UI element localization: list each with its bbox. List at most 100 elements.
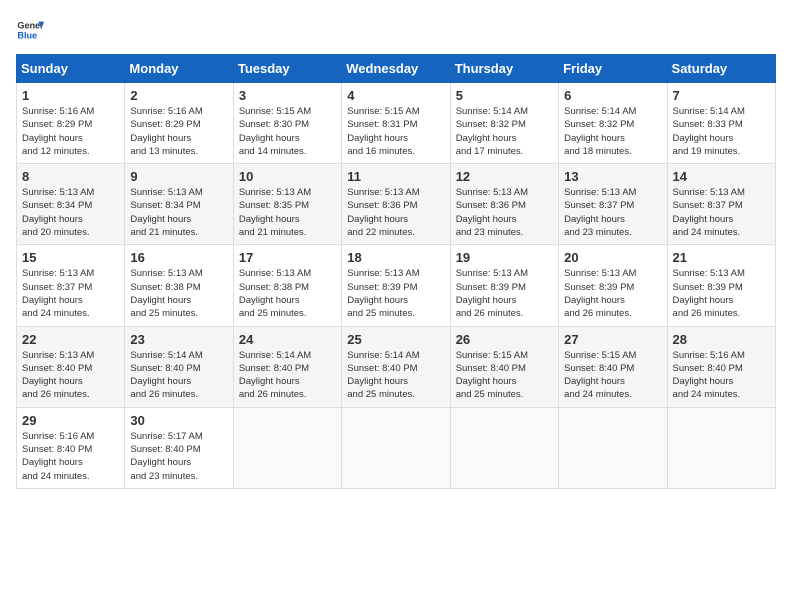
calendar-cell: 4 Sunrise: 5:15 AM Sunset: 8:31 PM Dayli… [342, 83, 450, 164]
cell-info: Sunrise: 5:13 AM Sunset: 8:34 PM Dayligh… [130, 186, 227, 239]
cell-info: Sunrise: 5:16 AM Sunset: 8:40 PM Dayligh… [22, 430, 119, 483]
svg-text:Blue: Blue [17, 30, 37, 40]
cell-info: Sunrise: 5:13 AM Sunset: 8:37 PM Dayligh… [22, 267, 119, 320]
calendar-cell: 27 Sunrise: 5:15 AM Sunset: 8:40 PM Dayl… [559, 326, 667, 407]
day-number: 2 [130, 88, 227, 103]
cell-info: Sunrise: 5:14 AM Sunset: 8:32 PM Dayligh… [564, 105, 661, 158]
cell-info: Sunrise: 5:13 AM Sunset: 8:34 PM Dayligh… [22, 186, 119, 239]
calendar-cell: 25 Sunrise: 5:14 AM Sunset: 8:40 PM Dayl… [342, 326, 450, 407]
calendar-cell: 20 Sunrise: 5:13 AM Sunset: 8:39 PM Dayl… [559, 245, 667, 326]
calendar-cell: 1 Sunrise: 5:16 AM Sunset: 8:29 PM Dayli… [17, 83, 125, 164]
calendar-cell: 2 Sunrise: 5:16 AM Sunset: 8:29 PM Dayli… [125, 83, 233, 164]
calendar-table: SundayMondayTuesdayWednesdayThursdayFrid… [16, 54, 776, 489]
cell-info: Sunrise: 5:15 AM Sunset: 8:30 PM Dayligh… [239, 105, 336, 158]
day-of-week-header: Tuesday [233, 55, 341, 83]
calendar-cell: 19 Sunrise: 5:13 AM Sunset: 8:39 PM Dayl… [450, 245, 558, 326]
calendar-cell: 24 Sunrise: 5:14 AM Sunset: 8:40 PM Dayl… [233, 326, 341, 407]
cell-info: Sunrise: 5:15 AM Sunset: 8:40 PM Dayligh… [456, 349, 553, 402]
calendar-cell: 12 Sunrise: 5:13 AM Sunset: 8:36 PM Dayl… [450, 164, 558, 245]
day-number: 23 [130, 332, 227, 347]
cell-info: Sunrise: 5:13 AM Sunset: 8:39 PM Dayligh… [673, 267, 770, 320]
cell-info: Sunrise: 5:14 AM Sunset: 8:33 PM Dayligh… [673, 105, 770, 158]
cell-info: Sunrise: 5:14 AM Sunset: 8:40 PM Dayligh… [239, 349, 336, 402]
cell-info: Sunrise: 5:13 AM Sunset: 8:39 PM Dayligh… [564, 267, 661, 320]
calendar-cell: 17 Sunrise: 5:13 AM Sunset: 8:38 PM Dayl… [233, 245, 341, 326]
day-number: 30 [130, 413, 227, 428]
day-number: 11 [347, 169, 444, 184]
calendar-cell: 6 Sunrise: 5:14 AM Sunset: 8:32 PM Dayli… [559, 83, 667, 164]
cell-info: Sunrise: 5:13 AM Sunset: 8:37 PM Dayligh… [673, 186, 770, 239]
day-number: 25 [347, 332, 444, 347]
calendar-cell: 11 Sunrise: 5:13 AM Sunset: 8:36 PM Dayl… [342, 164, 450, 245]
calendar-cell: 22 Sunrise: 5:13 AM Sunset: 8:40 PM Dayl… [17, 326, 125, 407]
calendar-cell: 21 Sunrise: 5:13 AM Sunset: 8:39 PM Dayl… [667, 245, 775, 326]
day-number: 4 [347, 88, 444, 103]
calendar-cell: 26 Sunrise: 5:15 AM Sunset: 8:40 PM Dayl… [450, 326, 558, 407]
calendar-cell: 5 Sunrise: 5:14 AM Sunset: 8:32 PM Dayli… [450, 83, 558, 164]
day-number: 9 [130, 169, 227, 184]
logo-icon: General Blue [16, 16, 44, 44]
cell-info: Sunrise: 5:15 AM Sunset: 8:40 PM Dayligh… [564, 349, 661, 402]
day-number: 13 [564, 169, 661, 184]
day-number: 1 [22, 88, 119, 103]
day-of-week-header: Saturday [667, 55, 775, 83]
calendar-cell-empty [559, 407, 667, 488]
calendar-cell: 13 Sunrise: 5:13 AM Sunset: 8:37 PM Dayl… [559, 164, 667, 245]
calendar-cell: 14 Sunrise: 5:13 AM Sunset: 8:37 PM Dayl… [667, 164, 775, 245]
calendar-cell-empty [450, 407, 558, 488]
calendar-week-row: 29 Sunrise: 5:16 AM Sunset: 8:40 PM Dayl… [17, 407, 776, 488]
cell-info: Sunrise: 5:13 AM Sunset: 8:36 PM Dayligh… [456, 186, 553, 239]
calendar-cell: 9 Sunrise: 5:13 AM Sunset: 8:34 PM Dayli… [125, 164, 233, 245]
cell-info: Sunrise: 5:17 AM Sunset: 8:40 PM Dayligh… [130, 430, 227, 483]
cell-info: Sunrise: 5:14 AM Sunset: 8:32 PM Dayligh… [456, 105, 553, 158]
day-number: 26 [456, 332, 553, 347]
day-number: 7 [673, 88, 770, 103]
day-number: 24 [239, 332, 336, 347]
day-number: 16 [130, 250, 227, 265]
calendar-cell-empty [233, 407, 341, 488]
header: General Blue [16, 16, 776, 44]
day-of-week-header: Monday [125, 55, 233, 83]
day-of-week-header: Wednesday [342, 55, 450, 83]
day-number: 21 [673, 250, 770, 265]
calendar-week-row: 22 Sunrise: 5:13 AM Sunset: 8:40 PM Dayl… [17, 326, 776, 407]
cell-info: Sunrise: 5:16 AM Sunset: 8:40 PM Dayligh… [673, 349, 770, 402]
cell-info: Sunrise: 5:16 AM Sunset: 8:29 PM Dayligh… [130, 105, 227, 158]
day-of-week-header: Sunday [17, 55, 125, 83]
day-number: 19 [456, 250, 553, 265]
day-number: 6 [564, 88, 661, 103]
calendar-cell-empty [342, 407, 450, 488]
calendar-cell-empty [667, 407, 775, 488]
cell-info: Sunrise: 5:13 AM Sunset: 8:38 PM Dayligh… [130, 267, 227, 320]
cell-info: Sunrise: 5:14 AM Sunset: 8:40 PM Dayligh… [130, 349, 227, 402]
calendar-cell: 7 Sunrise: 5:14 AM Sunset: 8:33 PM Dayli… [667, 83, 775, 164]
calendar-week-row: 1 Sunrise: 5:16 AM Sunset: 8:29 PM Dayli… [17, 83, 776, 164]
calendar-cell: 23 Sunrise: 5:14 AM Sunset: 8:40 PM Dayl… [125, 326, 233, 407]
day-number: 14 [673, 169, 770, 184]
calendar-header-row: SundayMondayTuesdayWednesdayThursdayFrid… [17, 55, 776, 83]
cell-info: Sunrise: 5:13 AM Sunset: 8:40 PM Dayligh… [22, 349, 119, 402]
calendar-cell: 28 Sunrise: 5:16 AM Sunset: 8:40 PM Dayl… [667, 326, 775, 407]
cell-info: Sunrise: 5:13 AM Sunset: 8:36 PM Dayligh… [347, 186, 444, 239]
day-number: 17 [239, 250, 336, 265]
day-number: 3 [239, 88, 336, 103]
day-number: 15 [22, 250, 119, 265]
cell-info: Sunrise: 5:13 AM Sunset: 8:39 PM Dayligh… [456, 267, 553, 320]
calendar-cell: 10 Sunrise: 5:13 AM Sunset: 8:35 PM Dayl… [233, 164, 341, 245]
calendar-cell: 16 Sunrise: 5:13 AM Sunset: 8:38 PM Dayl… [125, 245, 233, 326]
day-number: 20 [564, 250, 661, 265]
day-number: 22 [22, 332, 119, 347]
day-number: 5 [456, 88, 553, 103]
day-of-week-header: Thursday [450, 55, 558, 83]
calendar-cell: 3 Sunrise: 5:15 AM Sunset: 8:30 PM Dayli… [233, 83, 341, 164]
day-number: 28 [673, 332, 770, 347]
calendar-cell: 15 Sunrise: 5:13 AM Sunset: 8:37 PM Dayl… [17, 245, 125, 326]
calendar-cell: 29 Sunrise: 5:16 AM Sunset: 8:40 PM Dayl… [17, 407, 125, 488]
cell-info: Sunrise: 5:14 AM Sunset: 8:40 PM Dayligh… [347, 349, 444, 402]
cell-info: Sunrise: 5:13 AM Sunset: 8:39 PM Dayligh… [347, 267, 444, 320]
day-number: 18 [347, 250, 444, 265]
cell-info: Sunrise: 5:15 AM Sunset: 8:31 PM Dayligh… [347, 105, 444, 158]
calendar-cell: 8 Sunrise: 5:13 AM Sunset: 8:34 PM Dayli… [17, 164, 125, 245]
cell-info: Sunrise: 5:13 AM Sunset: 8:37 PM Dayligh… [564, 186, 661, 239]
cell-info: Sunrise: 5:13 AM Sunset: 8:38 PM Dayligh… [239, 267, 336, 320]
